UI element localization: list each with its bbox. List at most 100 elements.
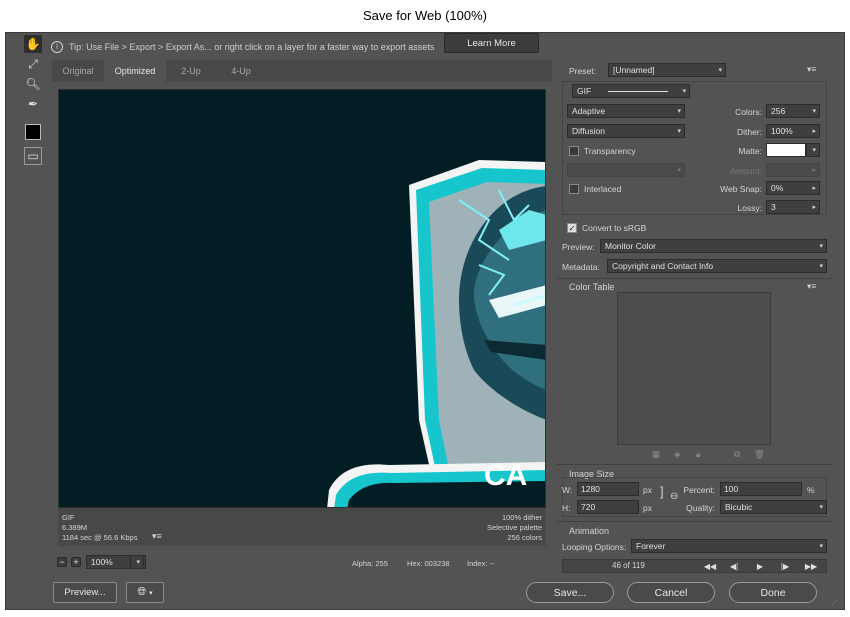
chevron-down-icon: ▾ xyxy=(812,147,816,154)
settings-panel: Preset: [Unnamed] ▾ ▾≡ GIF ▾ Adaptive ▾ Col… xyxy=(557,60,832,575)
divider xyxy=(557,521,832,522)
constrain-proportions-bracket: ] xyxy=(660,484,664,499)
window-title: Save for Web (100%) xyxy=(0,0,850,32)
trash-icon[interactable]: 🗑︎ xyxy=(754,449,765,460)
chevron-down-icon: ▾ xyxy=(677,167,681,174)
height-field[interactable]: 720 xyxy=(577,500,639,514)
web-shift-icon[interactable]: ◈ xyxy=(674,449,681,460)
height-unit-label: px xyxy=(643,503,652,513)
tab-optimized[interactable]: Optimized xyxy=(104,60,166,82)
preset-label: Preset: xyxy=(569,66,596,76)
new-color-icon[interactable]: ⧉ xyxy=(734,449,740,460)
color-table-grid[interactable] xyxy=(617,292,771,445)
web-snap-label: Web Snap: xyxy=(720,184,762,194)
transparency-dither-select[interactable]: ▾ xyxy=(567,163,685,177)
info-format: GIF xyxy=(62,513,75,522)
toggle-slices-visibility-icon[interactable]: ▭ xyxy=(24,147,42,165)
download-rate-menu-icon[interactable]: ▾≡ xyxy=(152,531,162,542)
zoom-in-button[interactable]: + xyxy=(71,557,81,567)
color-reduction-select[interactable]: Adaptive ▾ xyxy=(567,104,685,118)
transparency-label: Transparency xyxy=(584,146,636,156)
looping-options-select[interactable]: Forever ▾ xyxy=(631,539,827,553)
chevron-down-icon: ▾ xyxy=(677,108,681,115)
next-frame-icon[interactable]: |▶ xyxy=(774,560,796,572)
resize-grip-icon[interactable]: ⋰ xyxy=(831,599,839,607)
info-colors: 256 colors xyxy=(507,533,542,542)
metadata-select[interactable]: Copyright and Contact Info ▾ xyxy=(607,259,827,273)
preset-select[interactable]: [Unnamed] ▾ xyxy=(608,63,726,77)
convert-srgb-checkbox[interactable]: ✓ xyxy=(567,223,577,233)
previous-frame-icon[interactable]: ◀| xyxy=(723,560,745,572)
zoom-tool-icon[interactable]: 🔍︎ xyxy=(24,75,42,93)
preview-color-select[interactable]: Monitor Color ▾ xyxy=(600,239,827,253)
image-preview-canvas[interactable]: CA xyxy=(58,89,546,508)
interlaced-checkbox[interactable] xyxy=(569,184,579,194)
first-frame-icon[interactable]: ◀◀ xyxy=(699,560,721,572)
cancel-button[interactable]: Cancel xyxy=(627,582,715,603)
play-icon[interactable]: ▶ xyxy=(749,560,771,572)
last-frame-icon[interactable]: ▶▶ xyxy=(800,560,822,572)
arrow-pointer-icon xyxy=(608,91,668,92)
dither-label: Dither: xyxy=(736,127,762,137)
width-field[interactable]: 1280 xyxy=(577,482,639,496)
logo-text: CA xyxy=(484,459,527,492)
convert-srgb-label: Convert to sRGB xyxy=(582,223,647,233)
dialog-window: ✋ ⤢ 🔍︎ ✒ ▭ i Tip: Use File > Export > Ex… xyxy=(5,32,845,610)
chevron-down-icon: ▾ xyxy=(812,108,816,115)
matte-dropdown[interactable]: ▾ xyxy=(806,143,820,157)
chevron-down-icon: ▾ xyxy=(819,504,823,511)
color-table-title: Color Table xyxy=(569,282,615,292)
map-transparent-icon[interactable]: ▦ xyxy=(652,449,660,460)
index-readout: Index: -- xyxy=(467,559,495,568)
quality-label: Quality: xyxy=(686,503,715,513)
eyedropper-tool-icon[interactable]: ✒ xyxy=(24,95,42,113)
amount-label: Amount: xyxy=(730,166,762,176)
percent-unit-label: % xyxy=(807,485,815,495)
save-button[interactable]: Save... xyxy=(526,582,614,603)
slice-select-tool-icon[interactable]: ⤢ xyxy=(24,55,42,73)
percent-field[interactable]: 100 xyxy=(720,482,802,496)
web-snap-select[interactable]: 0% ▸ xyxy=(766,181,820,195)
chevron-down-icon: ▾ xyxy=(149,589,153,597)
tip-text: Tip: Use File > Export > Export As... or… xyxy=(69,41,435,52)
chevron-down-icon: ▸ xyxy=(812,185,816,192)
dither-algorithm-select[interactable]: Diffusion ▾ xyxy=(567,124,685,138)
lock-color-icon[interactable]: 🔒︎ xyxy=(696,449,701,460)
tab-original[interactable]: Original xyxy=(52,60,104,82)
tab-2-up[interactable]: 2-Up xyxy=(166,60,216,82)
chevron-down-icon: ▾ xyxy=(819,263,823,270)
quality-select[interactable]: Bicubic ▾ xyxy=(720,500,827,514)
info-dither: 100% dither xyxy=(501,513,542,522)
browser-select-button[interactable]: 🌐︎ ▾ xyxy=(126,582,164,603)
zoom-out-button[interactable]: − xyxy=(57,557,67,567)
amount-select[interactable]: ▸ xyxy=(766,163,820,177)
eyedropper-color-swatch[interactable] xyxy=(25,124,41,140)
percent-label: Percent: xyxy=(683,485,715,495)
done-button[interactable]: Done xyxy=(729,582,817,603)
learn-more-button[interactable]: Learn More xyxy=(444,33,539,53)
browser-icon: 🌐︎ xyxy=(137,586,147,598)
divider xyxy=(557,278,832,279)
tab-4-up[interactable]: 4-Up xyxy=(216,60,266,82)
chevron-down-icon: ▾ xyxy=(677,128,681,135)
matte-color-swatch[interactable] xyxy=(766,143,806,157)
divider xyxy=(557,464,832,465)
file-format-select[interactable]: GIF ▾ xyxy=(572,84,690,98)
transparency-checkbox[interactable] xyxy=(569,146,579,156)
looping-options-label: Looping Options: xyxy=(562,542,627,552)
height-label: H: xyxy=(562,503,571,513)
zoom-dropdown-arrow-icon[interactable]: ▾ xyxy=(130,555,144,569)
width-unit-label: px xyxy=(643,485,652,495)
dither-amount-select[interactable]: 100% ▸ xyxy=(766,124,820,138)
color-table-menu-icon[interactable]: ▾≡ xyxy=(807,281,816,292)
frame-counter: 46 of 119 xyxy=(612,561,645,570)
matte-label: Matte: xyxy=(738,146,762,156)
lossy-select[interactable]: 3 ▸ xyxy=(766,200,820,214)
optimize-menu-icon[interactable]: ▾≡ xyxy=(807,64,816,75)
hand-tool-icon[interactable]: ✋ xyxy=(24,35,42,53)
chevron-down-icon: ▸ xyxy=(812,204,816,211)
colors-label: Colors: xyxy=(735,107,762,117)
preview-in-browser-button[interactable]: Preview... xyxy=(53,582,117,603)
optimization-info-bar: GIF 6.389M 1184 sec @ 56.6 Kbps ▾≡ 100% … xyxy=(58,508,546,546)
colors-select[interactable]: 256 ▾ xyxy=(766,104,820,118)
